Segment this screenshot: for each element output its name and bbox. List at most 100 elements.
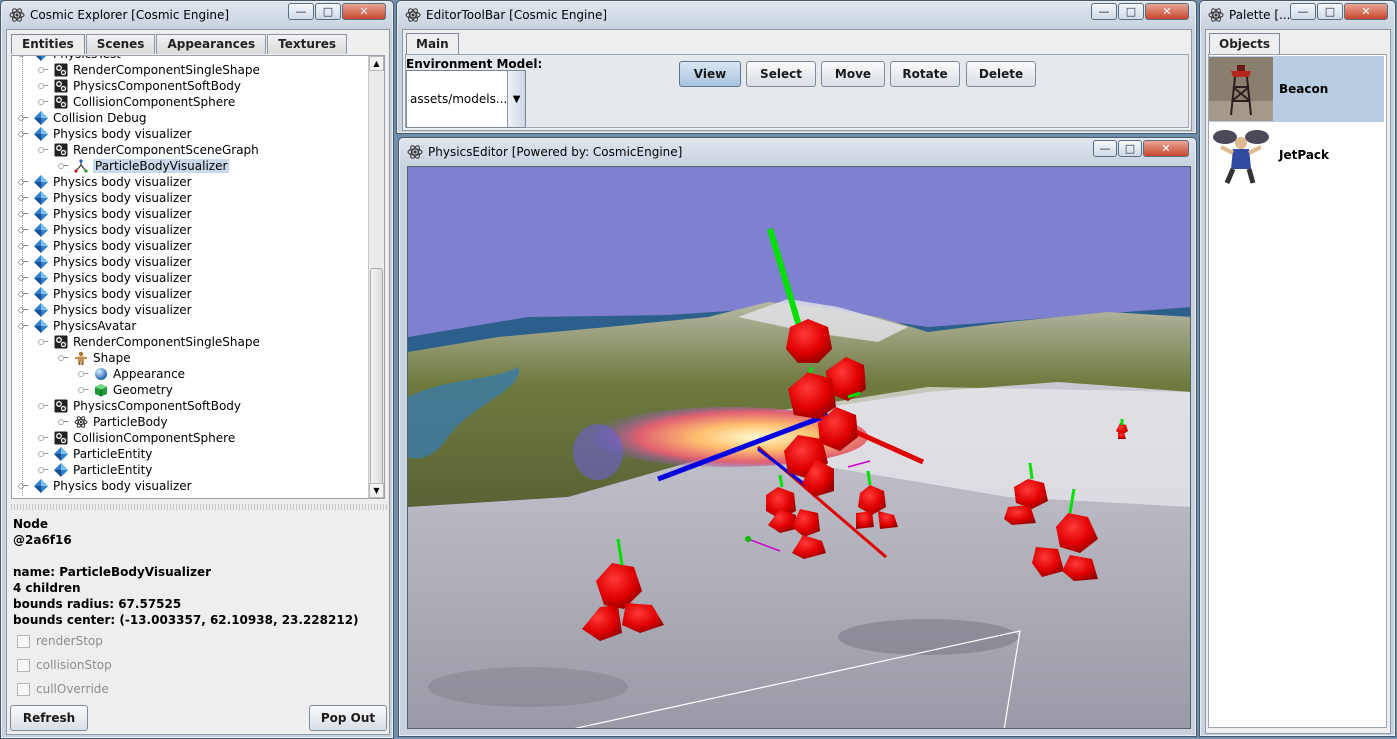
maximize-button[interactable]: □ xyxy=(315,3,341,20)
expand-handle-icon[interactable]: ○─ xyxy=(18,306,28,314)
scroll-thumb[interactable] xyxy=(370,268,383,498)
maximize-button[interactable]: □ xyxy=(1118,140,1142,157)
select-button[interactable]: Select xyxy=(746,61,816,87)
3d-viewport[interactable] xyxy=(407,166,1191,729)
tab-appearances[interactable]: Appearances xyxy=(156,34,267,54)
expand-handle-icon[interactable]: ○─ xyxy=(18,226,28,234)
expand-handle-icon[interactable]: ○─ xyxy=(58,418,68,426)
render-stop-checkbox[interactable]: renderStop xyxy=(17,634,103,648)
tree-row[interactable]: ○─ Physics body visualizer xyxy=(18,478,192,494)
expand-handle-icon[interactable]: ○─ xyxy=(18,210,28,218)
palette-item-beacon[interactable]: Beacon xyxy=(1209,56,1384,122)
tree-row[interactable]: ○─ RenderComponentSingleShape xyxy=(38,334,260,350)
minimize-button[interactable]: — xyxy=(288,3,314,20)
expand-handle-icon[interactable]: ○─ xyxy=(18,114,28,122)
close-button[interactable]: ✕ xyxy=(1145,3,1189,20)
expand-handle-icon[interactable]: ○─ xyxy=(18,290,28,298)
tree-row[interactable]: ○─ Shape xyxy=(58,350,131,366)
tree-row[interactable]: ○─ ParticleBodyVisualizer xyxy=(58,158,230,174)
expand-handle-icon[interactable]: ○─ xyxy=(78,370,88,378)
maximize-button[interactable]: □ xyxy=(1118,3,1144,20)
expand-handle-icon[interactable]: ○─ xyxy=(18,56,28,58)
pop-out-button[interactable]: Pop Out xyxy=(309,705,387,731)
minimize-button[interactable]: — xyxy=(1093,140,1117,157)
checkbox-box[interactable] xyxy=(17,682,30,696)
scroll-down-icon[interactable]: ▼ xyxy=(369,483,384,498)
expand-handle-icon[interactable]: ○─ xyxy=(18,130,28,138)
tree-row[interactable]: ○─ Physics body visualizer xyxy=(18,126,192,142)
minimize-button[interactable]: — xyxy=(1091,3,1117,20)
close-button[interactable]: ✕ xyxy=(1344,3,1388,20)
tree-row[interactable]: ○─ Physics body visualizer xyxy=(18,238,192,254)
tree-row[interactable]: ○─ ParticleBody xyxy=(58,414,168,430)
collision-stop-checkbox[interactable]: collisionStop xyxy=(17,658,112,672)
tree-scrollbar[interactable]: ▲ ▼ xyxy=(368,56,384,498)
tree-row[interactable]: ○─ Physics body visualizer xyxy=(18,174,192,190)
tree-row[interactable]: ○─ Appearance xyxy=(78,366,185,382)
editor-titlebar[interactable]: PhysicsEditor [Powered by: CosmicEngine] xyxy=(399,138,1196,166)
tree-row[interactable]: ○─ Physics body visualizer xyxy=(18,286,192,302)
tree-row[interactable]: ○─ Physics body visualizer xyxy=(18,302,192,318)
expand-handle-icon[interactable]: ○─ xyxy=(18,194,28,202)
maximize-button[interactable]: □ xyxy=(1317,3,1343,20)
expand-handle-icon[interactable]: ○─ xyxy=(38,98,48,106)
close-button[interactable]: ✕ xyxy=(342,3,386,20)
entity-tree[interactable]: ▲ ▼ ○─ PhysicsTest ○─ RenderComponentSingle… xyxy=(11,55,385,499)
tree-row[interactable]: ○─ Physics body visualizer xyxy=(18,254,192,270)
tree-row[interactable]: ○─ PhysicsTest xyxy=(18,56,121,62)
expand-handle-icon[interactable]: ○─ xyxy=(18,274,28,282)
expand-handle-icon[interactable]: ○─ xyxy=(38,82,48,90)
tree-row[interactable]: ○─ ParticleEntity xyxy=(38,446,152,462)
scroll-up-icon[interactable]: ▲ xyxy=(369,56,384,71)
tree-row[interactable]: ○─ PhysicsAvatar xyxy=(18,318,136,334)
palette-item-jetpack[interactable]: JetPack xyxy=(1209,122,1384,188)
tree-row[interactable]: ○─ Physics body visualizer xyxy=(18,222,192,238)
expand-handle-icon[interactable]: ○─ xyxy=(38,66,48,74)
tree-row[interactable]: ○─ Physics body visualizer xyxy=(18,270,192,286)
tree-row[interactable]: ○─ RenderComponentSingleShape xyxy=(38,62,260,78)
tree-row[interactable]: ○─ PhysicsComponentSoftBody xyxy=(38,398,241,414)
expand-handle-icon[interactable]: ○─ xyxy=(38,450,48,458)
tree-row[interactable]: ○─ Collision Debug xyxy=(18,110,147,126)
environment-model-select[interactable]: assets/models... ▼ xyxy=(406,70,526,128)
move-button[interactable]: Move xyxy=(821,61,885,87)
tab-entities[interactable]: Entities xyxy=(11,34,85,54)
tree-row[interactable]: ○─ Physics body visualizer xyxy=(18,206,192,222)
expand-handle-icon[interactable]: ○─ xyxy=(58,354,68,362)
tree-row[interactable]: ○─ Physics body visualizer xyxy=(18,190,192,206)
refresh-button[interactable]: Refresh xyxy=(10,705,88,731)
tab-objects[interactable]: Objects xyxy=(1209,33,1281,55)
tree-row[interactable]: ○─ PhysicsComponentSoftBody xyxy=(38,78,241,94)
toolbar-titlebar[interactable]: EditorToolBar [Cosmic Engine] xyxy=(397,1,1196,29)
expand-handle-icon[interactable]: ○─ xyxy=(38,402,48,410)
tree-row[interactable]: ○─ ParticleEntity xyxy=(38,462,152,478)
expand-handle-icon[interactable]: ○─ xyxy=(18,322,28,330)
expand-handle-icon[interactable]: ○─ xyxy=(18,482,28,490)
expand-handle-icon[interactable]: ○─ xyxy=(58,162,68,170)
expand-handle-icon[interactable]: ○─ xyxy=(18,178,28,186)
tree-row[interactable]: ○─ CollisionComponentSphere xyxy=(38,94,235,110)
rotate-button[interactable]: Rotate xyxy=(890,61,960,87)
expand-handle-icon[interactable]: ○─ xyxy=(78,386,88,394)
tree-row[interactable]: ○─ CollisionComponentSphere xyxy=(38,430,235,446)
tree-row[interactable]: ○─ Geometry xyxy=(78,382,173,398)
view-button[interactable]: View xyxy=(679,61,741,87)
tab-textures[interactable]: Textures xyxy=(267,34,348,54)
tab-scenes[interactable]: Scenes xyxy=(85,34,156,54)
tree-row[interactable]: ○─ RenderComponentSceneGraph xyxy=(38,142,259,158)
splitter[interactable] xyxy=(11,504,387,510)
close-button[interactable]: ✕ xyxy=(1143,140,1189,157)
checkbox-box[interactable] xyxy=(17,658,30,672)
cull-override-checkbox[interactable]: cullOverride xyxy=(17,682,109,696)
tab-main[interactable]: Main xyxy=(406,33,459,55)
expand-handle-icon[interactable]: ○─ xyxy=(38,338,48,346)
expand-handle-icon[interactable]: ○─ xyxy=(38,434,48,442)
checkbox-box[interactable] xyxy=(17,634,30,648)
expand-handle-icon[interactable]: ○─ xyxy=(18,242,28,250)
expand-handle-icon[interactable]: ○─ xyxy=(18,258,28,266)
chevron-down-icon[interactable]: ▼ xyxy=(507,71,525,127)
expand-handle-icon[interactable]: ○─ xyxy=(38,146,48,154)
expand-handle-icon[interactable]: ○─ xyxy=(38,466,48,474)
minimize-button[interactable]: — xyxy=(1290,3,1316,20)
delete-button[interactable]: Delete xyxy=(966,61,1036,87)
